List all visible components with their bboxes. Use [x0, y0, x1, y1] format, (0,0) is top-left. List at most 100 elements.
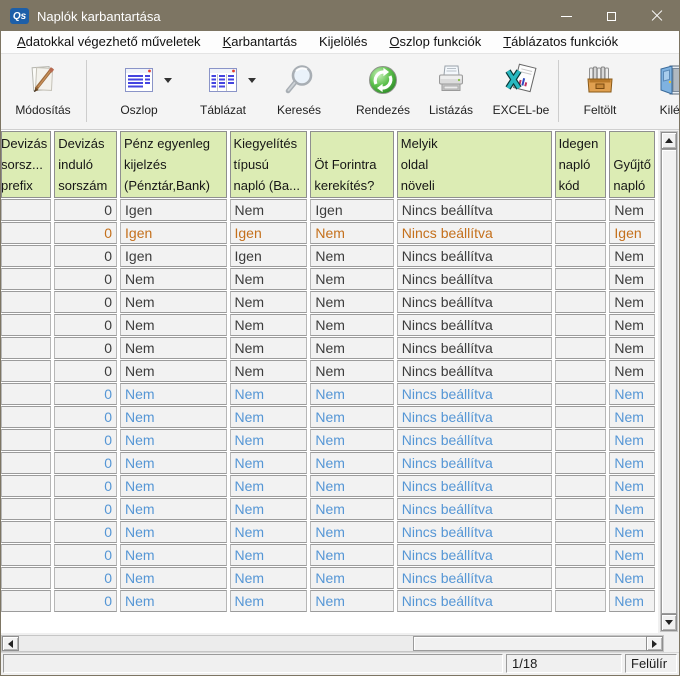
column-header-idegen-naplo-kod[interactable]: Idegennaplókód — [555, 131, 607, 198]
cell-gyujto-naplo[interactable]: Igen — [609, 222, 655, 244]
vertical-scrollbar-thumb[interactable] — [661, 149, 677, 614]
cell-melyik-oldal-noveli[interactable]: Nincs beállítva — [397, 544, 552, 566]
cell-ot-forintra-kerekites[interactable]: Nem — [310, 268, 393, 290]
cell-ot-forintra-kerekites[interactable]: Nem — [310, 475, 393, 497]
cell-devizas-indulo-sorszam[interactable]: 0 — [54, 475, 117, 497]
cell-kiegyenlites-tipusu-naplo[interactable]: Igen — [230, 245, 308, 267]
menu-adatokkal-muveletek[interactable]: Adatokkal végezhető műveletek — [6, 32, 212, 52]
toolbar-button-listazas[interactable]: Listázás — [419, 58, 483, 117]
cell-idegen-naplo-kod[interactable] — [555, 406, 607, 428]
cell-idegen-naplo-kod[interactable] — [555, 360, 607, 382]
cell-gyujto-naplo[interactable]: Nem — [609, 406, 655, 428]
cell-devizas-indulo-sorszam[interactable]: 0 — [54, 268, 117, 290]
cell-melyik-oldal-noveli[interactable]: Nincs beállítva — [397, 199, 552, 221]
cell-idegen-naplo-kod[interactable] — [555, 268, 607, 290]
cell-idegen-naplo-kod[interactable] — [555, 452, 607, 474]
cell-kiegyenlites-tipusu-naplo[interactable]: Nem — [230, 337, 308, 359]
cell-devizas-prefix[interactable] — [1, 383, 51, 405]
cell-melyik-oldal-noveli[interactable]: Nincs beállítva — [397, 475, 552, 497]
column-header-devizas-indulo-sorszam[interactable]: Devizásindulósorszám — [54, 131, 117, 198]
cell-ot-forintra-kerekites[interactable]: Nem — [310, 544, 393, 566]
cell-kiegyenlites-tipusu-naplo[interactable]: Nem — [230, 475, 308, 497]
cell-ot-forintra-kerekites[interactable]: Nem — [310, 360, 393, 382]
cell-gyujto-naplo[interactable]: Nem — [609, 452, 655, 474]
cell-devizas-prefix[interactable] — [1, 521, 51, 543]
cell-melyik-oldal-noveli[interactable]: Nincs beállítva — [397, 245, 552, 267]
cell-penz-egyenleg-kijelzes[interactable]: Nem — [120, 337, 226, 359]
cell-penz-egyenleg-kijelzes[interactable]: Nem — [120, 429, 226, 451]
app-logo-icon[interactable]: Qs — [10, 8, 29, 24]
cell-devizas-prefix[interactable] — [1, 567, 51, 589]
cell-penz-egyenleg-kijelzes[interactable]: Nem — [120, 475, 226, 497]
cell-penz-egyenleg-kijelzes[interactable]: Nem — [120, 406, 226, 428]
cell-gyujto-naplo[interactable]: Nem — [609, 360, 655, 382]
menu-kijeloles[interactable]: Kijelölés — [308, 32, 378, 52]
cell-kiegyenlites-tipusu-naplo[interactable]: Nem — [230, 314, 308, 336]
minimize-button[interactable] — [544, 1, 589, 31]
close-button[interactable] — [634, 1, 679, 31]
horizontal-scrollbar-thumb[interactable] — [413, 636, 647, 651]
cell-idegen-naplo-kod[interactable] — [555, 429, 607, 451]
column-header-kiegyenlites-tipusu-naplo[interactable]: Kiegyelítéstípusúnapló (Ba... — [230, 131, 308, 198]
cell-ot-forintra-kerekites[interactable]: Nem — [310, 406, 393, 428]
maximize-button[interactable] — [589, 1, 634, 31]
cell-devizas-prefix[interactable] — [1, 314, 51, 336]
cell-penz-egyenleg-kijelzes[interactable]: Igen — [120, 199, 226, 221]
scroll-up-button[interactable] — [661, 132, 677, 149]
cell-ot-forintra-kerekites[interactable]: Nem — [310, 429, 393, 451]
cell-ot-forintra-kerekites[interactable]: Nem — [310, 452, 393, 474]
cell-idegen-naplo-kod[interactable] — [555, 521, 607, 543]
column-header-ot-forintra-kerekites[interactable]: Öt Forintrakerekítés? — [310, 131, 393, 198]
cell-devizas-prefix[interactable] — [1, 337, 51, 359]
menu-tablazatos-funkciok[interactable]: Táblázatos funkciók — [492, 32, 629, 52]
vertical-scrollbar[interactable] — [660, 131, 678, 632]
cell-penz-egyenleg-kijelzes[interactable]: Nem — [120, 452, 226, 474]
toolbar-button-feltolt[interactable]: Feltölt — [568, 58, 632, 117]
cell-devizas-indulo-sorszam[interactable]: 0 — [54, 291, 117, 313]
cell-gyujto-naplo[interactable]: Nem — [609, 245, 655, 267]
cell-ot-forintra-kerekites[interactable]: Nem — [310, 590, 393, 612]
cell-devizas-prefix[interactable] — [1, 268, 51, 290]
cell-kiegyenlites-tipusu-naplo[interactable]: Nem — [230, 406, 308, 428]
cell-devizas-prefix[interactable] — [1, 360, 51, 382]
cell-penz-egyenleg-kijelzes[interactable]: Nem — [120, 590, 226, 612]
cell-penz-egyenleg-kijelzes[interactable]: Nem — [120, 268, 226, 290]
cell-ot-forintra-kerekites[interactable]: Nem — [310, 291, 393, 313]
cell-idegen-naplo-kod[interactable] — [555, 291, 607, 313]
cell-idegen-naplo-kod[interactable] — [555, 498, 607, 520]
cell-ot-forintra-kerekites[interactable]: Nem — [310, 314, 393, 336]
cell-gyujto-naplo[interactable]: Nem — [609, 337, 655, 359]
cell-melyik-oldal-noveli[interactable]: Nincs beállítva — [397, 590, 552, 612]
cell-ot-forintra-kerekites[interactable]: Nem — [310, 521, 393, 543]
cell-devizas-prefix[interactable] — [1, 544, 51, 566]
cell-melyik-oldal-noveli[interactable]: Nincs beállítva — [397, 406, 552, 428]
cell-devizas-indulo-sorszam[interactable]: 0 — [54, 429, 117, 451]
cell-idegen-naplo-kod[interactable] — [555, 567, 607, 589]
cell-devizas-prefix[interactable] — [1, 590, 51, 612]
cell-devizas-indulo-sorszam[interactable]: 0 — [54, 567, 117, 589]
cell-devizas-prefix[interactable] — [1, 406, 51, 428]
cell-devizas-indulo-sorszam[interactable]: 0 — [54, 199, 117, 221]
cell-melyik-oldal-noveli[interactable]: Nincs beállítva — [397, 498, 552, 520]
cell-gyujto-naplo[interactable]: Nem — [609, 314, 655, 336]
cell-penz-egyenleg-kijelzes[interactable]: Igen — [120, 245, 226, 267]
cell-penz-egyenleg-kijelzes[interactable]: Nem — [120, 521, 226, 543]
cell-idegen-naplo-kod[interactable] — [555, 475, 607, 497]
cell-devizas-indulo-sorszam[interactable]: 0 — [54, 521, 117, 543]
cell-melyik-oldal-noveli[interactable]: Nincs beállítva — [397, 222, 552, 244]
cell-idegen-naplo-kod[interactable] — [555, 383, 607, 405]
column-header-melyik-oldal-noveli[interactable]: Melyikoldalnöveli — [397, 131, 552, 198]
cell-kiegyenlites-tipusu-naplo[interactable]: Nem — [230, 521, 308, 543]
cell-penz-egyenleg-kijelzes[interactable]: Nem — [120, 498, 226, 520]
toolbar-button-rendezes[interactable]: Rendezés — [351, 58, 415, 117]
cell-melyik-oldal-noveli[interactable]: Nincs beállítva — [397, 567, 552, 589]
cell-melyik-oldal-noveli[interactable]: Nincs beállítva — [397, 291, 552, 313]
cell-melyik-oldal-noveli[interactable]: Nincs beállítva — [397, 360, 552, 382]
column-header-penz-egyenleg-kijelzes[interactable]: Pénz egyenlegkijelzés(Pénztár,Bank) — [120, 131, 226, 198]
cell-melyik-oldal-noveli[interactable]: Nincs beállítva — [397, 521, 552, 543]
cell-devizas-indulo-sorszam[interactable]: 0 — [54, 498, 117, 520]
cell-idegen-naplo-kod[interactable] — [555, 199, 607, 221]
cell-ot-forintra-kerekites[interactable]: Nem — [310, 498, 393, 520]
toolbar-button-oszlop[interactable]: Oszlop — [97, 58, 181, 117]
cell-gyujto-naplo[interactable]: Nem — [609, 498, 655, 520]
